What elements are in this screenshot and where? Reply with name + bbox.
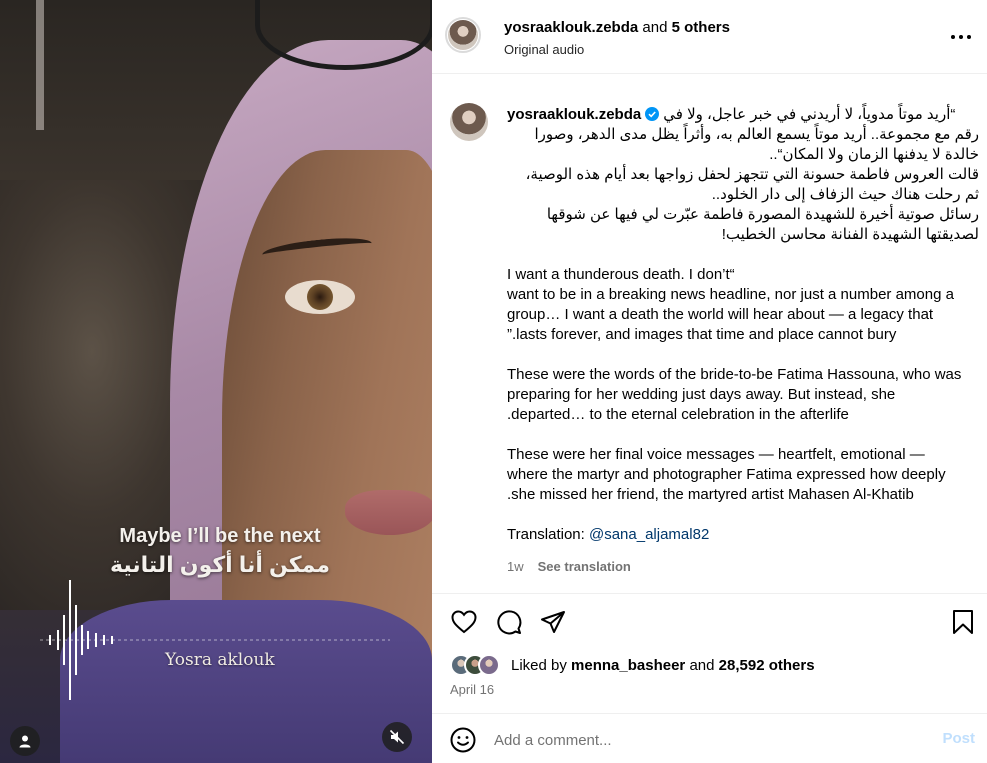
background-pole bbox=[36, 0, 44, 130]
collaborators-link[interactable]: 5 others bbox=[672, 19, 730, 36]
post-comment-button[interactable]: Post bbox=[942, 730, 975, 747]
comment-input[interactable] bbox=[494, 728, 914, 752]
caption-arabic-line: ثم رحلت هناك حيث الزفاف إلى دار الخلود.. bbox=[711, 186, 979, 203]
post-caption: yosraaklouk.zebda “أريد موتاً مدوياً، لا … bbox=[507, 105, 979, 577]
translation-credit: Translation: @sana_aljamal82 bbox=[507, 525, 979, 545]
post-actions: Liked by menna_basheer and 28,592 others… bbox=[432, 593, 987, 713]
caption-line: .departed… to the eternal celebration in… bbox=[507, 406, 849, 423]
original-audio-link[interactable]: Original audio bbox=[504, 42, 584, 57]
smiley-icon bbox=[450, 727, 476, 753]
caption-line: I want a thunderous death. I don’t“ bbox=[507, 266, 735, 283]
eye bbox=[285, 280, 355, 314]
caption-line: ”.lasts forever, and images that time an… bbox=[507, 326, 897, 343]
tagged-users-button[interactable] bbox=[10, 726, 40, 756]
author-username-link[interactable]: yosraaklouk.zebda bbox=[504, 19, 638, 36]
caption-arabic-line: “أريد موتاً مدوياً، لا أريدني في خبر عاج… bbox=[663, 106, 956, 123]
likes-summary: Liked by menna_basheer and 28,592 others bbox=[511, 657, 815, 674]
comment-icon bbox=[497, 610, 522, 635]
more-horizontal-icon bbox=[951, 35, 971, 39]
share-icon bbox=[541, 611, 565, 633]
video-caption-english: Maybe I’ll be the next bbox=[119, 525, 321, 547]
other-likes-link[interactable]: 28,592 others bbox=[719, 657, 815, 674]
bookmark-icon bbox=[953, 610, 973, 634]
caption-line: .she missed her friend, the martyred art… bbox=[507, 486, 914, 503]
post-age[interactable]: 1w bbox=[507, 559, 524, 574]
caption-paragraph: These were the words of the bride-to-be … bbox=[507, 365, 979, 425]
user-icon bbox=[19, 735, 31, 748]
see-translation-button[interactable]: See translation bbox=[538, 559, 631, 574]
caption-arabic-line: خالدة لا يدفنها الزمان ولا المكان“.. bbox=[769, 146, 979, 163]
liker-avatars[interactable] bbox=[450, 654, 512, 678]
caption-paragraph: These were her final voice messages — he… bbox=[507, 445, 979, 505]
caption-meta: 1w See translation bbox=[507, 557, 979, 577]
muted-speaker-icon bbox=[389, 729, 405, 745]
heart-icon bbox=[451, 610, 477, 634]
post-details-panel: yosraaklouk.zebda and 5 others Original … bbox=[432, 0, 987, 763]
caption-line: preparing for her wedding just days away… bbox=[507, 386, 896, 403]
audio-waveform bbox=[40, 580, 390, 700]
share-button[interactable] bbox=[539, 608, 567, 636]
liker-username-link[interactable]: menna_basheer bbox=[571, 657, 685, 674]
signature-text: Yosra aklouk bbox=[165, 650, 275, 670]
caption-arabic-line: رسائل صوتية أخيرة للشهيدة المصورة فاطمة … bbox=[546, 206, 979, 223]
save-button[interactable] bbox=[949, 608, 977, 636]
comments-section[interactable]: yosraaklouk.zebda “أريد موتاً مدوياً، لا … bbox=[432, 75, 987, 593]
caption-arabic-line: رقم مع مجموعة.. أريد موتاً يسمع العالم ب… bbox=[534, 126, 979, 143]
likes-conjunction: and bbox=[689, 657, 715, 674]
post-authors: yosraaklouk.zebda and 5 others bbox=[504, 19, 730, 36]
post-date[interactable]: April 16 bbox=[450, 682, 494, 697]
emoji-button[interactable] bbox=[450, 727, 476, 753]
caption-line: group… I want a death the world will hea… bbox=[507, 306, 934, 323]
caption-first-line: yosraaklouk.zebda “أريد موتاً مدوياً، لا … bbox=[507, 105, 979, 125]
caption-paragraph: I want a thunderous death. I don’t“ want… bbox=[507, 265, 979, 345]
post-media[interactable]: Maybe I’ll be the next ممكن أنا أكون الت… bbox=[0, 0, 432, 763]
translation-label: Translation: bbox=[507, 526, 585, 543]
add-comment-bar: Post bbox=[432, 713, 987, 763]
liked-by-label: Liked by bbox=[511, 657, 567, 674]
caption-arabic-line: قالت العروس فاطمة حسونة التي تتجهز لحفل … bbox=[525, 166, 979, 183]
verified-badge-icon bbox=[645, 107, 660, 121]
authors-conjunction: and bbox=[642, 19, 668, 36]
post-header: yosraaklouk.zebda and 5 others Original … bbox=[432, 0, 987, 74]
liker-avatar bbox=[478, 654, 500, 676]
mute-button[interactable] bbox=[382, 722, 412, 752]
more-options-button[interactable] bbox=[949, 26, 973, 48]
caption-arabic-line: لصديقتها الشهيدة الفنانة محاسن الخطيب! bbox=[721, 226, 979, 243]
comment-button[interactable] bbox=[495, 608, 523, 636]
caption-avatar[interactable] bbox=[450, 103, 488, 141]
like-button[interactable] bbox=[450, 608, 478, 636]
caption-line: These were her final voice messages — he… bbox=[507, 446, 925, 463]
caption-line: where the martyr and photographer Fatima… bbox=[507, 466, 946, 483]
header-avatar[interactable] bbox=[448, 20, 478, 50]
caption-username-link[interactable]: yosraaklouk.zebda bbox=[507, 106, 641, 123]
caption-line: want to be in a breaking news headline, … bbox=[507, 286, 954, 303]
mention-link[interactable]: @sana_aljamal82 bbox=[589, 526, 709, 543]
caption-line: These were the words of the bride-to-be … bbox=[507, 366, 962, 383]
